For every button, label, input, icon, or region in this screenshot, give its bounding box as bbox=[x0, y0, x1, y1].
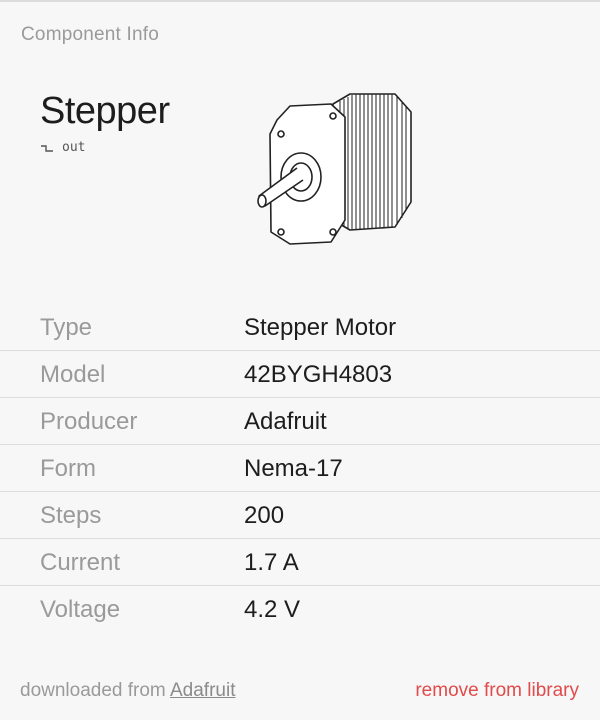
property-label: Steps bbox=[40, 502, 102, 529]
property-row-steps: Steps 200 bbox=[0, 492, 600, 539]
property-value: Nema-17 bbox=[244, 455, 343, 482]
component-name: Stepper bbox=[40, 90, 170, 132]
top-divider bbox=[0, 0, 600, 2]
download-source-link[interactable]: Adafruit bbox=[170, 680, 235, 701]
port-label: out bbox=[62, 140, 86, 155]
property-row-form: Form Nema-17 bbox=[0, 445, 600, 492]
property-value: 200 bbox=[244, 502, 285, 529]
property-label: Type bbox=[40, 314, 93, 341]
property-label: Model bbox=[40, 361, 106, 388]
property-row-voltage: Voltage 4.2 V bbox=[0, 586, 600, 633]
output-port-icon bbox=[40, 143, 54, 153]
property-row-model: Model 42BYGH4803 bbox=[0, 351, 600, 398]
property-row-current: Current 1.7 A bbox=[0, 539, 600, 586]
remove-from-library-button[interactable]: remove from library bbox=[415, 680, 579, 702]
port-indicator: out bbox=[40, 140, 85, 155]
property-row-producer: Producer Adafruit bbox=[0, 398, 600, 445]
property-value: Stepper Motor bbox=[244, 314, 397, 341]
stepper-motor-illustration bbox=[245, 82, 425, 252]
property-label: Producer bbox=[40, 408, 138, 435]
panel-title: Component Info bbox=[21, 24, 159, 45]
property-label: Voltage bbox=[40, 596, 121, 623]
property-row-type: Type Stepper Motor bbox=[0, 304, 600, 351]
property-label: Form bbox=[40, 455, 96, 482]
properties-table: Type Stepper Motor Model 42BYGH4803 Prod… bbox=[0, 304, 600, 633]
download-source-prefix: downloaded from bbox=[20, 680, 166, 701]
property-value: 42BYGH4803 bbox=[244, 361, 393, 388]
property-value: Adafruit bbox=[244, 408, 327, 435]
property-value: 1.7 A bbox=[244, 549, 299, 576]
download-source: downloaded from Adafruit bbox=[20, 680, 235, 702]
property-value: 4.2 V bbox=[244, 596, 301, 623]
property-label: Current bbox=[40, 549, 121, 576]
